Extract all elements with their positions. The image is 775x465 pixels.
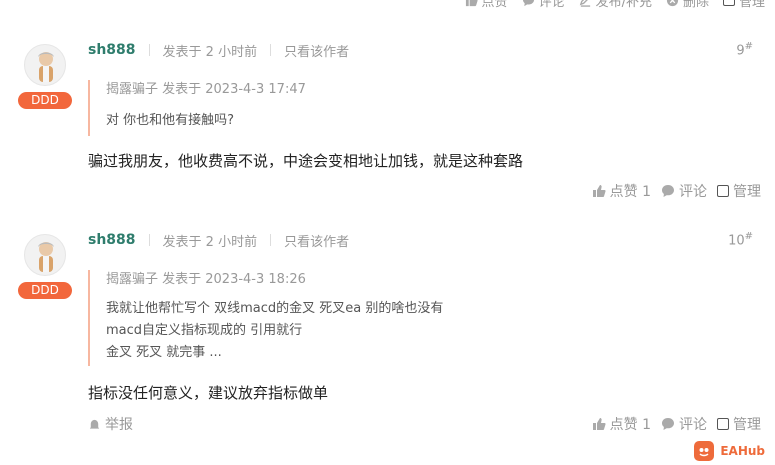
author-link[interactable]: sh888 (88, 232, 136, 248)
checkbox[interactable] (717, 418, 729, 430)
quote-header: 揭露骗子 发表于 2023-4-3 18:26 (106, 272, 306, 287)
manage-checkbox[interactable]: 管理 (722, 0, 765, 10)
floor-number[interactable]: 9# (736, 41, 753, 58)
previous-post-actions: 点赞 评论 发布/补充 删除 管理 (465, 0, 765, 10)
divider (270, 234, 272, 246)
comment-button[interactable]: 评论 (522, 0, 565, 10)
author-link[interactable]: sh888 (88, 42, 136, 58)
avatar-image (38, 52, 54, 82)
checkbox[interactable] (722, 0, 735, 6)
posted-time: 发表于 2 小时前 (162, 44, 258, 60)
view-author-only-link[interactable]: 只看该作者 (284, 231, 349, 250)
quote-line: macd自定义指标现成的 引用就行 (106, 323, 303, 338)
post-actions: 点赞 1 评论 管理 (592, 181, 761, 201)
view-author-only-link[interactable]: 只看该作者 (284, 41, 349, 60)
manage-label: 管理 (738, 0, 765, 10)
quote-line: 我就让他帮忙写个 双线macd的金叉 死叉ea 别的啥也没有 (106, 301, 444, 316)
like-button[interactable]: 点赞 1 (592, 181, 651, 201)
like-label: 点赞 1 (609, 184, 651, 200)
manage-label: 管理 (733, 417, 761, 433)
supplement-button[interactable]: 发布/补充 (579, 0, 652, 10)
forum-post: DDD sh888 发表于 2 小时前 只看该作者 9# 揭露骗子 发表于 20… (0, 38, 775, 210)
user-group-badge: DDD (18, 92, 72, 109)
quote-line: 对 你也和他有接触吗? (106, 113, 235, 128)
posted-time: 发表于 2 小时前 (162, 234, 258, 250)
report-label: 举报 (105, 417, 133, 433)
divider (148, 234, 150, 246)
manage-label: 管理 (733, 184, 761, 200)
comment-label: 评论 (679, 417, 707, 433)
supplement-label: 发布/补充 (595, 0, 652, 10)
comment-button[interactable]: 评论 (661, 414, 707, 434)
divider (270, 44, 272, 56)
forum-post: DDD sh888 发表于 2 小时前 只看该作者 10# 揭露骗子 发表于 2… (0, 228, 775, 448)
comment-label: 评论 (538, 0, 565, 10)
avatar-image (38, 242, 54, 272)
checkbox[interactable] (717, 185, 729, 197)
manage-checkbox[interactable]: 管理 (717, 414, 761, 434)
logo-icon (694, 441, 715, 461)
like-label: 点赞 1 (609, 417, 651, 433)
comment-icon (662, 185, 674, 197)
floor-number[interactable]: 10# (728, 231, 753, 248)
quote-block: 揭露骗子 发表于 2023-4-3 18:26 我就让他帮忙写个 双线macd的… (88, 270, 443, 366)
quote-block: 揭露骗子 发表于 2023-4-3 17:47 对 你也和他有接触吗? (88, 80, 306, 136)
floor-mark: # (744, 41, 753, 52)
post-actions: 点赞 1 评论 管理 (592, 414, 761, 434)
comment-button[interactable]: 评论 (661, 181, 707, 201)
like-button[interactable]: 点赞 (465, 0, 508, 10)
floor-mark: # (744, 231, 753, 242)
post-body: 指标没任何意义，建议放弃指标做单 (88, 384, 329, 402)
logo-text: EAHub (720, 444, 765, 458)
post-body: 骗过我朋友，他收费高不说，中途会变相地让加钱，就是这种套路 (88, 152, 524, 170)
quote-line: 金叉 死叉 就完事 ... (106, 345, 222, 360)
post-meta: sh888 发表于 2 小时前 只看该作者 (88, 231, 349, 250)
like-label: 点赞 (481, 0, 508, 10)
report-button[interactable]: 举报 (88, 414, 133, 434)
post-meta: sh888 发表于 2 小时前 只看该作者 (88, 41, 349, 60)
floor-value: 10 (728, 233, 745, 249)
like-button[interactable]: 点赞 1 (592, 414, 651, 434)
floor-value: 9 (736, 43, 745, 59)
comment-icon (662, 418, 674, 430)
delete-label: 删除 (682, 0, 709, 10)
user-group-badge: DDD (18, 282, 72, 299)
thumbs-up-icon (465, 0, 478, 6)
site-logo: EAHub (694, 441, 765, 461)
delete-button[interactable]: 删除 (666, 0, 709, 10)
edit-icon (579, 0, 590, 7)
manage-checkbox[interactable]: 管理 (717, 181, 761, 201)
avatar[interactable] (24, 234, 66, 276)
close-circle-icon (666, 0, 679, 6)
avatar[interactable] (24, 44, 66, 86)
thumbs-up-icon (592, 418, 606, 430)
comment-label: 评论 (679, 184, 707, 200)
quote-header: 揭露骗子 发表于 2023-4-3 17:47 (106, 82, 306, 97)
bell-icon (89, 419, 100, 429)
thumbs-up-icon (592, 185, 606, 197)
comment-icon (522, 0, 534, 6)
divider (148, 44, 150, 56)
